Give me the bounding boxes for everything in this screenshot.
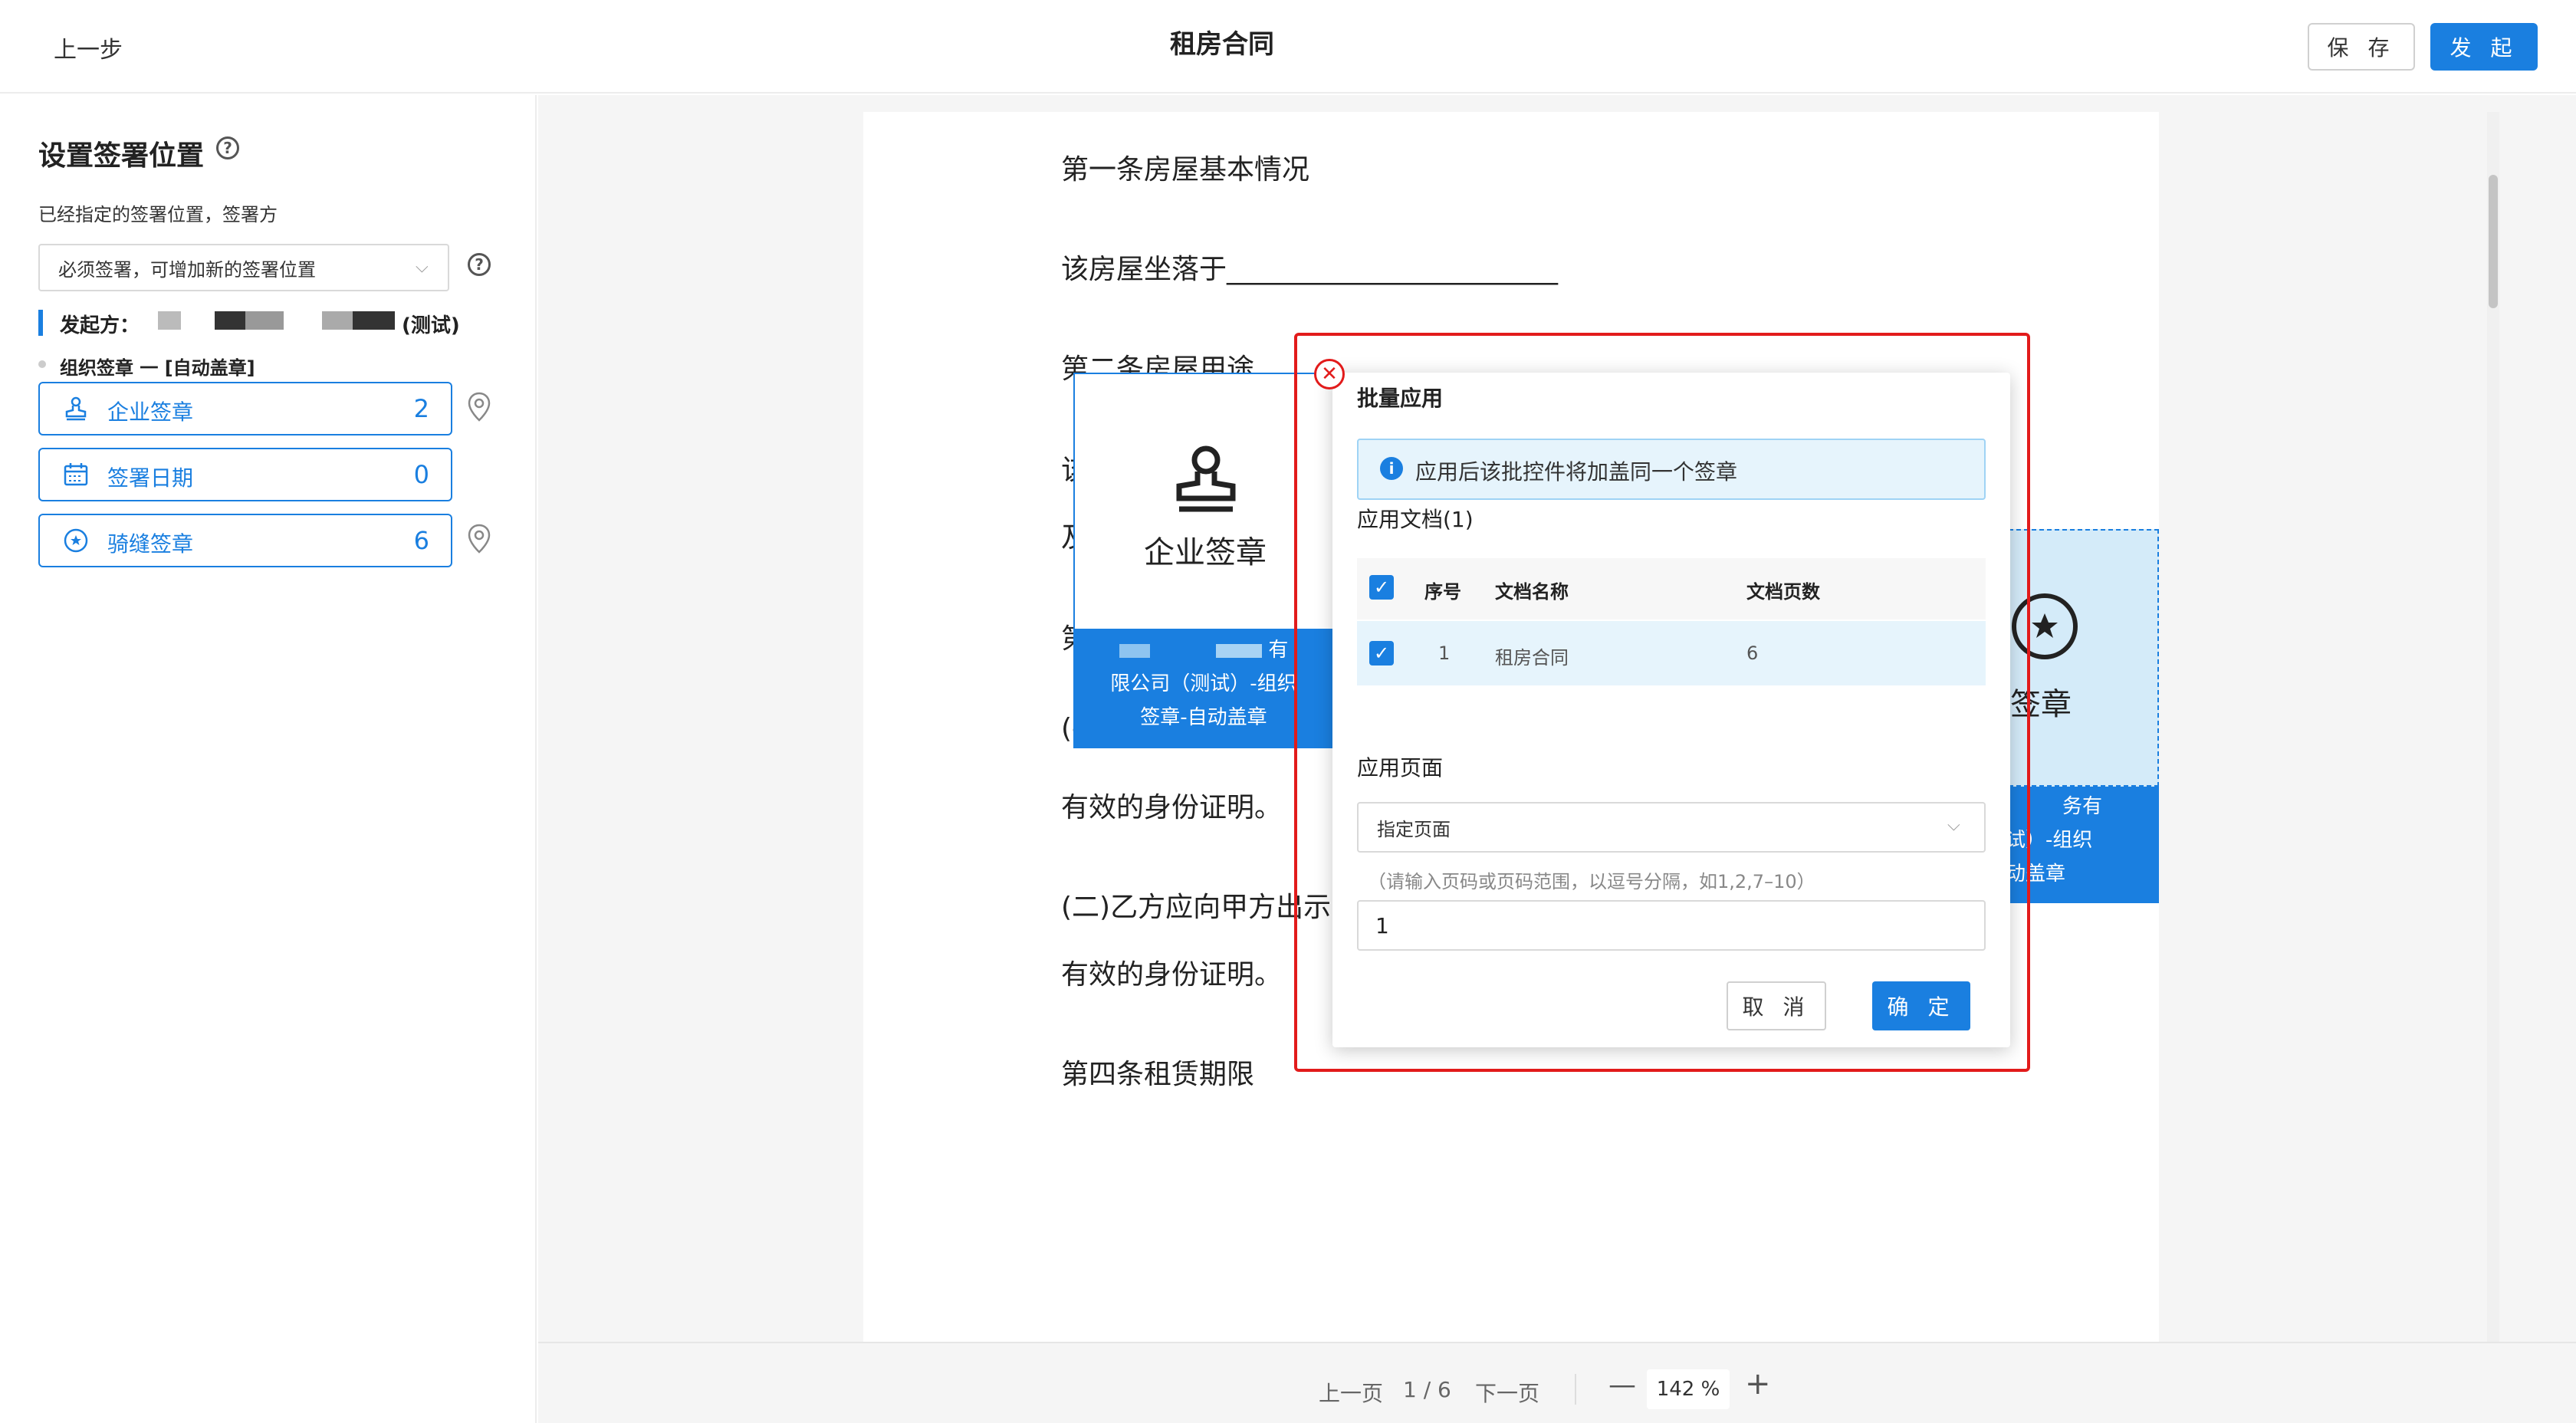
zoom-level[interactable]: 142 % bbox=[1647, 1369, 1730, 1409]
row-doc-name: 租房合同 bbox=[1495, 647, 1569, 669]
group-label: 组织签章 一 [自动盖章] bbox=[60, 357, 255, 379]
doc-line: 第一条房屋基本情况 bbox=[1061, 154, 1310, 186]
cancel-button[interactable]: 取 消 bbox=[1727, 981, 1826, 1030]
info-icon: i bbox=[1380, 457, 1403, 480]
rule-help-icon[interactable]: ? bbox=[468, 253, 491, 276]
redacted-name bbox=[1216, 643, 1263, 658]
sidebar: 设置签署位置 ? 已经指定的签署位置，签署方 必须签署，可增加新的签署位置 ⌵ … bbox=[0, 95, 537, 1423]
redacted-name bbox=[353, 311, 395, 330]
sender-label: 发起方： bbox=[60, 314, 140, 337]
confirm-button[interactable]: 确 定 bbox=[1872, 981, 1970, 1030]
page-range-input[interactable]: 1 bbox=[1357, 900, 1986, 951]
close-icon[interactable]: ✕ bbox=[1314, 359, 1345, 389]
sidebar-item-count: 2 bbox=[413, 394, 429, 423]
column-header-index: 序号 bbox=[1424, 581, 1461, 603]
doc-line: 有效的身份证明。 bbox=[1061, 792, 1283, 823]
redacted-name bbox=[158, 311, 181, 330]
sidebar-item-label: 骑缝签章 bbox=[107, 531, 194, 557]
chevron-down-icon: ⌵ bbox=[1947, 816, 1960, 835]
signing-rule-select[interactable]: 必须签署，可增加新的签署位置 bbox=[38, 244, 449, 291]
column-header-pages: 文档页数 bbox=[1746, 581, 1820, 603]
chevron-down-icon: ⌵ bbox=[416, 258, 429, 277]
stamp-icon bbox=[1176, 445, 1236, 512]
redacted-name bbox=[1155, 643, 1210, 658]
seal-circle-icon bbox=[64, 528, 88, 553]
redacted-name bbox=[1119, 643, 1150, 658]
save-button[interactable]: 保 存 bbox=[2308, 23, 2415, 71]
page-title: 租房合同 bbox=[1170, 29, 1274, 60]
select-all-checkbox[interactable]: ✓ bbox=[1369, 575, 1394, 600]
table-row[interactable] bbox=[1357, 621, 1986, 685]
scrollbar-thumb[interactable] bbox=[2489, 175, 2498, 308]
page-range-hint: （请输入页码或页码范围，以逗号分隔，如1,2,7–10） bbox=[1368, 871, 1815, 892]
sidebar-item-company-seal[interactable]: 企业签章 2 bbox=[38, 382, 452, 435]
zoom-in-button[interactable]: + bbox=[1745, 1366, 1771, 1402]
sidebar-title: 设置签署位置 bbox=[38, 140, 205, 172]
doc-line: 该房屋坐落于________________________ bbox=[1061, 254, 1559, 285]
zoom-out-button[interactable]: — bbox=[1608, 1369, 1636, 1401]
prev-page-button[interactable]: 上一页 bbox=[1319, 1377, 1383, 1408]
group-dot bbox=[38, 360, 46, 368]
location-pin-icon[interactable] bbox=[466, 523, 492, 555]
row-checkbox[interactable]: ✓ bbox=[1369, 641, 1394, 665]
stamp-icon bbox=[65, 396, 87, 421]
redacted-name bbox=[322, 311, 353, 330]
doc-line: 有效的身份证明。 bbox=[1061, 959, 1283, 991]
sidebar-item-count: 6 bbox=[413, 526, 429, 555]
sender-suffix: (测试) bbox=[402, 314, 460, 337]
help-icon[interactable]: ? bbox=[216, 136, 239, 159]
row-index: 1 bbox=[1438, 642, 1451, 664]
doc-line: (二)乙方应向甲方出示 bbox=[1061, 892, 1332, 923]
calendar-icon bbox=[64, 463, 88, 486]
next-page-button[interactable]: 下一页 bbox=[1475, 1377, 1539, 1408]
toolbar-divider bbox=[1575, 1374, 1576, 1405]
location-pin-icon[interactable] bbox=[466, 391, 492, 423]
info-text: 应用后该批控件将加盖同一个签章 bbox=[1415, 459, 1738, 485]
sender-accent-bar bbox=[38, 310, 43, 336]
sidebar-item-riding-seal[interactable]: 骑缝签章 6 bbox=[38, 514, 452, 567]
dialog-title: 批量应用 bbox=[1357, 386, 1444, 411]
caption-text: 有 bbox=[1268, 639, 1289, 662]
pages-label: 应用页面 bbox=[1357, 755, 1444, 781]
sidebar-subtitle: 已经指定的签署位置，签署方 bbox=[38, 204, 278, 225]
row-doc-pages: 6 bbox=[1746, 642, 1759, 664]
sidebar-item-label: 签署日期 bbox=[107, 465, 194, 491]
docs-label: 应用文档(1) bbox=[1357, 507, 1474, 532]
redacted-name bbox=[215, 311, 245, 330]
redacted-name bbox=[245, 311, 284, 330]
sidebar-item-count: 0 bbox=[413, 460, 429, 489]
page-indicator: 1 / 6 bbox=[1403, 1377, 1451, 1402]
page-scope-select[interactable]: 指定页面 bbox=[1357, 802, 1986, 853]
send-button[interactable]: 发 起 bbox=[2430, 23, 2538, 71]
page-toolbar bbox=[538, 1342, 2576, 1423]
doc-line: 第四条租赁期限 bbox=[1061, 1059, 1255, 1090]
sidebar-item-label: 企业签章 bbox=[107, 399, 194, 425]
sidebar-item-sign-date[interactable]: 签署日期 0 bbox=[38, 448, 452, 501]
column-header-name: 文档名称 bbox=[1495, 581, 1569, 603]
